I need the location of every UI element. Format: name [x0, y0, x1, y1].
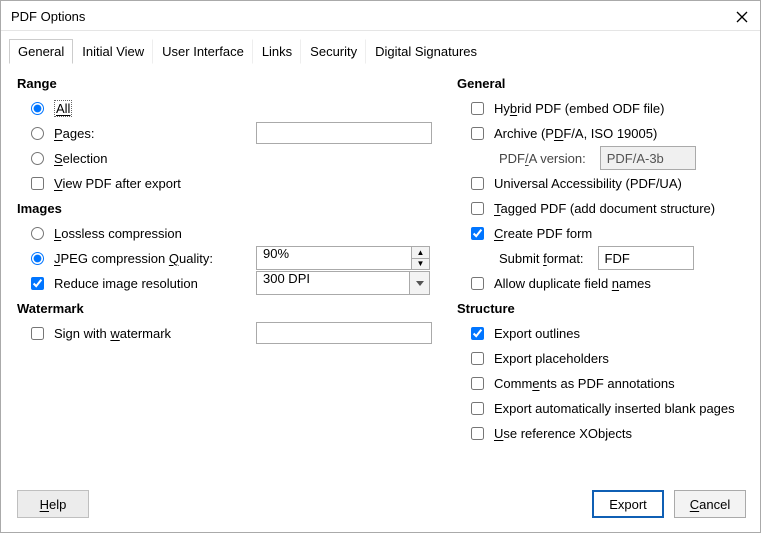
comments-checkbox[interactable]: Comments as PDF annotations	[471, 371, 746, 395]
view-pdf-label: View PDF after export	[54, 176, 181, 191]
view-pdf-checkbox[interactable]: View PDF after export	[31, 171, 437, 195]
reduce-resolution-checkbox[interactable]: Reduce image resolution	[31, 271, 437, 295]
export-auto-blank-checkbox[interactable]: Export automatically inserted blank page…	[471, 396, 746, 420]
jpeg-radio[interactable]: JPEG compression Quality: ▲ ▼	[31, 246, 437, 270]
comments-label: Comments as PDF annotations	[494, 376, 675, 391]
jpeg-quality-spinner[interactable]: ▲ ▼	[256, 246, 430, 270]
footer: Help Export Cancel	[1, 480, 760, 532]
spinner-up-icon[interactable]: ▲	[412, 247, 429, 259]
create-pdf-form-input[interactable]	[471, 227, 484, 240]
range-selection-input[interactable]	[31, 152, 44, 165]
allow-duplicate-label: Allow duplicate field names	[494, 276, 651, 291]
create-pdf-form-checkbox[interactable]: Create PDF form	[471, 221, 746, 245]
jpeg-label: JPEG compression Quality:	[54, 251, 250, 266]
allow-duplicate-input[interactable]	[471, 277, 484, 290]
view-pdf-input[interactable]	[31, 177, 44, 190]
archive-label: Archive (PDF/A, ISO 19005)	[494, 126, 657, 141]
tab-links[interactable]: Links	[253, 39, 301, 64]
export-auto-blank-label: Export automatically inserted blank page…	[494, 401, 735, 416]
submit-format-label: Submit format:	[499, 251, 584, 266]
allow-duplicate-checkbox[interactable]: Allow duplicate field names	[471, 271, 746, 295]
range-pages-input[interactable]	[31, 127, 44, 140]
jpeg-quality-value[interactable]	[257, 247, 407, 260]
pdfa-version-row: PDF/A version:	[471, 146, 746, 170]
reduce-resolution-label: Reduce image resolution	[54, 276, 250, 291]
create-pdf-form-label: Create PDF form	[494, 226, 592, 241]
sign-watermark-checkbox[interactable]: Sign with watermark	[31, 321, 437, 345]
universal-accessibility-label: Universal Accessibility (PDF/UA)	[494, 176, 682, 191]
export-outlines-input[interactable]	[471, 327, 484, 340]
jpeg-input[interactable]	[31, 252, 44, 265]
close-icon	[736, 11, 748, 23]
tagged-pdf-label: Tagged PDF (add document structure)	[494, 201, 715, 216]
tab-user-interface[interactable]: User Interface	[153, 39, 253, 64]
titlebar: PDF Options	[1, 1, 760, 31]
tab-general[interactable]: General	[9, 39, 73, 64]
content-area: Range All Pages: Selection View PDF afte…	[1, 64, 760, 456]
submit-format-combo[interactable]	[598, 246, 694, 270]
range-selection-label: Selection	[54, 151, 107, 166]
universal-accessibility-checkbox[interactable]: Universal Accessibility (PDF/UA)	[471, 171, 746, 195]
archive-checkbox[interactable]: Archive (PDF/A, ISO 19005)	[471, 121, 746, 145]
range-all-input[interactable]	[31, 102, 44, 115]
range-pages-radio[interactable]: Pages:	[31, 121, 437, 145]
tab-security[interactable]: Security	[301, 39, 366, 64]
sign-watermark-input[interactable]	[31, 327, 44, 340]
universal-accessibility-input[interactable]	[471, 177, 484, 190]
export-auto-blank-input[interactable]	[471, 402, 484, 415]
chevron-down-icon[interactable]	[409, 272, 429, 294]
close-button[interactable]	[734, 9, 750, 25]
watermark-field[interactable]	[256, 322, 432, 344]
help-button[interactable]: Help	[17, 490, 89, 518]
cancel-button[interactable]: Cancel	[674, 490, 746, 518]
tagged-pdf-input[interactable]	[471, 202, 484, 215]
tab-digital-signatures[interactable]: Digital Signatures	[366, 39, 485, 64]
pdfa-version-label: PDF/A version:	[499, 151, 586, 166]
range-selection-radio[interactable]: Selection	[31, 146, 437, 170]
sign-watermark-label: Sign with watermark	[54, 326, 250, 341]
hybrid-pdf-input[interactable]	[471, 102, 484, 115]
window-title: PDF Options	[11, 9, 85, 24]
range-all-label: All	[54, 101, 72, 116]
watermark-heading: Watermark	[17, 301, 437, 316]
hybrid-pdf-checkbox[interactable]: Hybrid PDF (embed ODF file)	[471, 96, 746, 120]
images-heading: Images	[17, 201, 437, 216]
reduce-resolution-input[interactable]	[31, 277, 44, 290]
general-heading: General	[457, 76, 746, 91]
export-placeholders-checkbox[interactable]: Export placeholders	[471, 346, 746, 370]
pdfa-value	[601, 147, 761, 169]
submit-format-value[interactable]	[599, 247, 761, 269]
comments-input[interactable]	[471, 377, 484, 390]
resolution-combo[interactable]	[256, 271, 430, 295]
export-placeholders-input[interactable]	[471, 352, 484, 365]
range-heading: Range	[17, 76, 437, 91]
range-all-radio[interactable]: All	[31, 96, 437, 120]
tagged-pdf-checkbox[interactable]: Tagged PDF (add document structure)	[471, 196, 746, 220]
export-outlines-label: Export outlines	[494, 326, 580, 341]
hybrid-pdf-label: Hybrid PDF (embed ODF file)	[494, 101, 665, 116]
use-reference-xobjects-label: Use reference XObjects	[494, 426, 632, 441]
export-placeholders-label: Export placeholders	[494, 351, 609, 366]
use-reference-xobjects-checkbox[interactable]: Use reference XObjects	[471, 421, 746, 445]
use-reference-xobjects-input[interactable]	[471, 427, 484, 440]
pdfa-combo	[600, 146, 696, 170]
tab-bar: General Initial View User Interface Link…	[1, 31, 760, 64]
lossless-label: Lossless compression	[54, 226, 182, 241]
structure-heading: Structure	[457, 301, 746, 316]
range-pages-label: Pages:	[54, 126, 250, 141]
lossless-radio[interactable]: Lossless compression	[31, 221, 437, 245]
archive-input[interactable]	[471, 127, 484, 140]
export-outlines-checkbox[interactable]: Export outlines	[471, 321, 746, 345]
resolution-value[interactable]	[257, 272, 405, 285]
range-pages-field[interactable]	[256, 122, 432, 144]
export-button[interactable]: Export	[592, 490, 664, 518]
lossless-input[interactable]	[31, 227, 44, 240]
tab-initial-view[interactable]: Initial View	[73, 39, 153, 64]
submit-format-row: Submit format:	[471, 246, 746, 270]
spinner-down-icon[interactable]: ▼	[412, 259, 429, 270]
